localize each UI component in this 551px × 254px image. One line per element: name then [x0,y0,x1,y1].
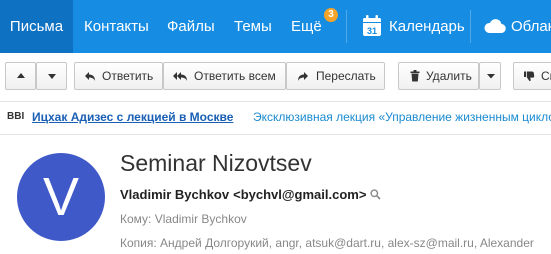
reply-label: Ответить [102,69,154,83]
nav-divider [346,10,347,43]
forward-icon [298,72,308,81]
spam-label: Спам [541,69,551,83]
message-toolbar: Ответить Ответить всем Переслать Удалить [0,53,551,100]
to-recipient[interactable]: Vladimir Bychkov [155,212,247,226]
nav-cloud[interactable]: Облако [511,0,551,53]
to-label: Кому: [120,212,152,226]
sender-line: Vladimir Bychkov <bychvl@gmail.com> [120,187,366,202]
cc-recipients[interactable]: Андрей Долгорукий, angr, atsuk@dart.ru, … [160,236,534,250]
nav-tab-label: Ещё [291,18,322,35]
cloud-icon[interactable] [484,18,506,34]
nav-tab-more[interactable]: Ещё 3 [291,0,338,53]
promo-source-logo: BBI [7,111,25,122]
nav-tab-mail[interactable]: Письма [0,0,73,53]
forward-label: Переслать [316,69,376,83]
cc-label: Копия: [120,236,157,250]
forward-button[interactable]: Переслать [286,62,385,90]
nav-tab-label: Контакты [84,18,149,35]
next-message-button[interactable] [36,62,67,90]
promo-link[interactable]: Ицхак Адизес с лекцией в Москве [32,110,233,124]
delete-options-button[interactable] [479,62,501,90]
reply-icon [85,72,95,81]
arrow-up-icon [17,73,25,78]
reply-all-icon [173,72,187,81]
nav-tab-label: Письма [9,18,64,35]
reply-all-label: Ответить всем [194,69,276,83]
more-badge: 3 [324,8,338,22]
trash-icon [410,70,420,82]
recipients-cc: Копия: Андрей Долгорукий, angr, atsuk@da… [120,236,534,250]
nav-tab-label: Темы [234,18,272,35]
reply-button[interactable]: Ответить [74,62,163,90]
thumbs-down-icon [524,71,535,82]
spam-button[interactable]: Спам [513,62,551,90]
promo-banner: BBI Ицхак Адизес с лекцией в Москве Экск… [0,101,551,135]
calendar-day: 31 [367,26,377,36]
search-icon[interactable] [370,189,381,200]
sender-name[interactable]: Vladimir Bychkov [120,187,229,202]
nav-calendar[interactable]: Календарь [389,0,465,53]
chevron-down-icon [487,74,495,79]
calendar-icon[interactable]: 31 [362,15,382,37]
nav-tab-contacts[interactable]: Контакты [84,0,149,53]
recipients-to: Кому: Vladimir Bychkov [120,212,247,226]
sender-email[interactable]: <bychvl@gmail.com> [233,187,366,202]
delete-button[interactable]: Удалить [398,62,479,90]
message-subject: Seminar Nizovtsev [120,150,312,176]
nav-tab-label: Файлы [167,18,215,35]
arrow-down-icon [48,74,56,79]
prev-message-button[interactable] [5,62,36,90]
sender-avatar[interactable]: V [17,153,105,241]
nav-tab-files[interactable]: Файлы [167,0,215,53]
nav-tab-themes[interactable]: Темы [234,0,272,53]
delete-label: Удалить [426,69,472,83]
top-navigation: Письма Контакты Файлы Темы Ещё 3 31 Кале… [0,0,551,53]
promo-snippet[interactable]: Эксклюзивная лекция «Управление жизненны… [253,110,551,124]
nav-divider [470,10,471,43]
nav-cloud-label: Облако [511,18,551,35]
reply-all-button[interactable]: Ответить всем [163,62,286,90]
avatar-letter: V [42,167,80,227]
nav-calendar-label: Календарь [389,18,465,35]
